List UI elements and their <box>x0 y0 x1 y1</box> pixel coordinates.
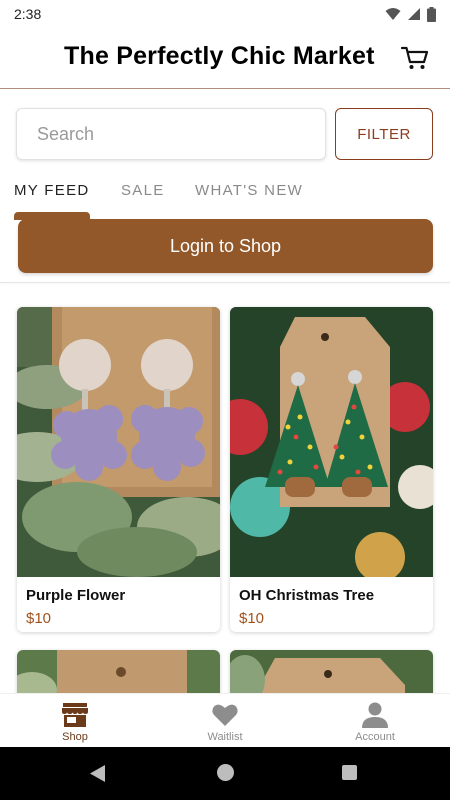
product-name: OH Christmas Tree <box>239 587 375 604</box>
status-bar: 2:38 <box>0 0 450 28</box>
login-button-label: Login to Shop <box>169 235 282 256</box>
home-icon[interactable] <box>217 764 234 781</box>
product-price: $10 <box>26 610 52 627</box>
product-price: $10 <box>239 610 265 627</box>
search-placeholder: Search <box>37 123 95 144</box>
nav-shop[interactable]: Shop <box>0 694 150 748</box>
product-image-purple-flower <box>17 307 220 577</box>
nav-waitlist[interactable]: Waitlist <box>150 694 300 748</box>
wifi-icon <box>385 8 401 20</box>
store-icon <box>62 703 88 727</box>
signal-icon <box>408 8 420 20</box>
tab-sale[interactable]: SALE <box>121 182 165 199</box>
nav-account[interactable]: Account <box>300 694 450 748</box>
back-icon[interactable] <box>90 765 106 782</box>
product-card-oh-christmas-tree[interactable]: OH Christmas Tree $10 <box>230 307 433 632</box>
tab-whats-new[interactable]: WHAT'S NEW <box>195 182 303 199</box>
tab-my-feed[interactable]: MY FEED <box>14 182 90 199</box>
bottom-navigation: Shop Waitlist Account <box>0 693 450 747</box>
section-divider <box>0 282 450 283</box>
system-navigation-bar <box>0 747 450 800</box>
header-divider <box>0 88 450 89</box>
person-icon <box>362 702 388 728</box>
search-input[interactable]: Search <box>16 108 326 160</box>
cart-icon <box>401 46 429 69</box>
nav-waitlist-label: Waitlist <box>207 731 243 743</box>
heart-icon <box>212 704 238 726</box>
cart-button[interactable] <box>400 44 430 72</box>
status-time: 2:38 <box>14 6 42 22</box>
product-card-purple-flower[interactable]: Purple Flower $10 <box>17 307 220 632</box>
status-icons <box>385 6 436 22</box>
product-name: Purple Flower <box>26 587 126 604</box>
nav-shop-label: Shop <box>62 731 88 743</box>
filter-button-label: FILTER <box>357 125 411 143</box>
battery-icon <box>427 6 436 22</box>
nav-account-label: Account <box>355 731 395 743</box>
filter-button[interactable]: FILTER <box>335 108 433 160</box>
feed-tabs: MY FEED SALE WHAT'S NEW <box>0 176 450 216</box>
login-to-shop-button[interactable]: Login to Shop <box>18 219 433 273</box>
page-title: The Perfectly Chic Market <box>64 42 375 70</box>
recent-apps-icon[interactable] <box>342 765 357 780</box>
product-image-oh-christmas-tree <box>230 307 433 577</box>
app-header: The Perfectly Chic Market <box>0 28 450 88</box>
